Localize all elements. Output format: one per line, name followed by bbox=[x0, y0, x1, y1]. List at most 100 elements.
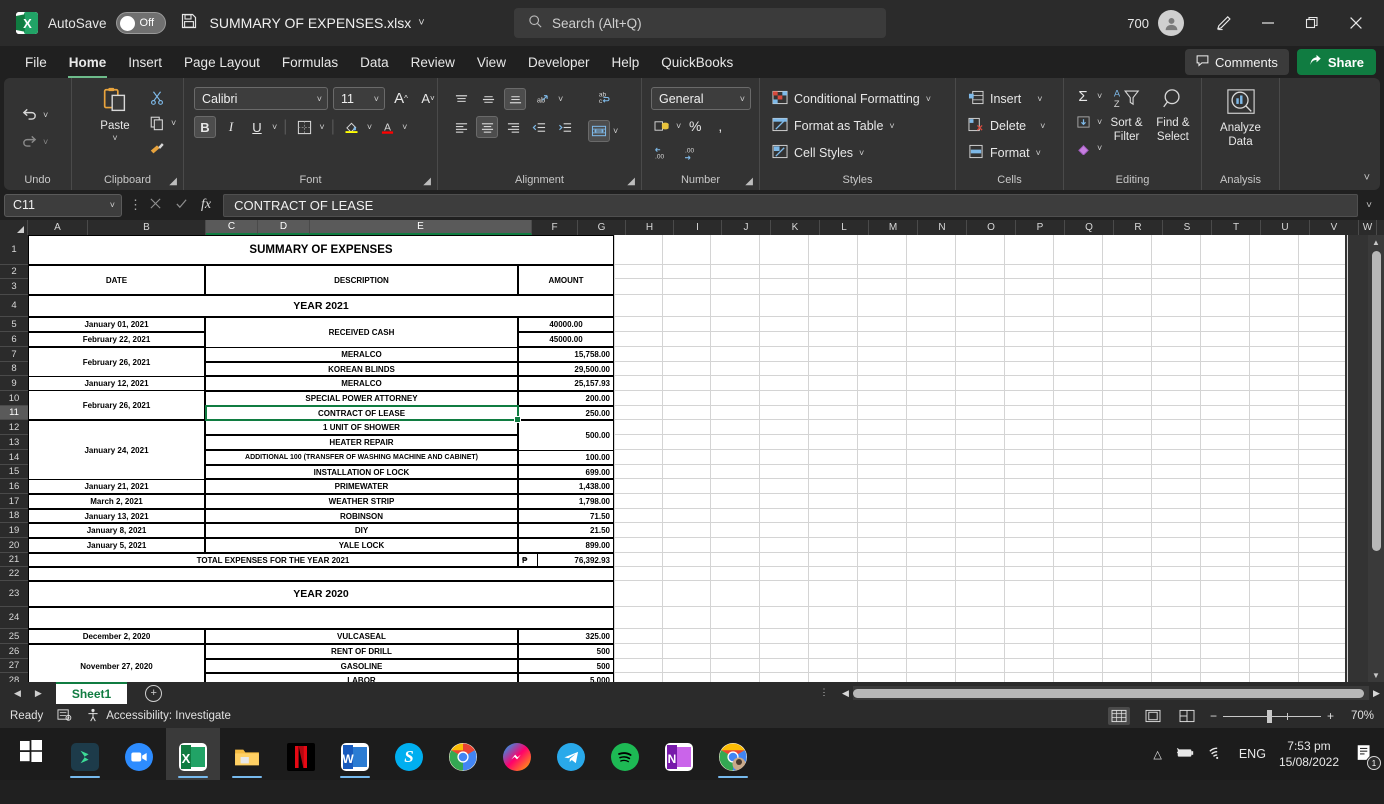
column-header-N[interactable]: N bbox=[918, 220, 967, 235]
tab-review[interactable]: Review bbox=[400, 48, 466, 76]
previous-sheet-arrow-icon[interactable]: ◀ bbox=[14, 688, 21, 699]
borders-chevron-down-icon[interactable]: ˅ bbox=[319, 122, 324, 132]
align-center-icon[interactable] bbox=[476, 116, 498, 138]
cell-description-r14[interactable]: ADDITIONAL 100 (TRANSFER OF WASHING MACH… bbox=[205, 450, 518, 465]
align-right-icon[interactable] bbox=[502, 116, 524, 138]
avatar[interactable] bbox=[1158, 10, 1184, 36]
clear-eraser-icon[interactable] bbox=[1072, 137, 1094, 159]
document-title-chevron-down-icon[interactable]: ˅ bbox=[418, 17, 424, 29]
accounting-format-icon[interactable] bbox=[651, 115, 673, 137]
undo-chevron-down-icon[interactable]: ˅ bbox=[43, 110, 48, 120]
cell-total-currency-2021[interactable]: ₱ bbox=[518, 553, 538, 567]
comments-button[interactable]: Comments bbox=[1185, 49, 1289, 75]
cell-amount-r10[interactable]: 200.00 bbox=[518, 391, 614, 406]
language-indicator[interactable]: ENG bbox=[1239, 747, 1266, 761]
row-header-18[interactable]: 18 bbox=[0, 509, 28, 523]
decrease-font-size-icon[interactable]: A˅ bbox=[417, 88, 439, 110]
cell-styles-button[interactable]: Cell Styles ˅ bbox=[772, 140, 864, 165]
row-header-11[interactable]: 11 bbox=[0, 406, 28, 420]
find-select-button[interactable]: Find & Select bbox=[1151, 87, 1195, 145]
row-header-10[interactable]: 10 bbox=[0, 391, 28, 406]
tab-developer[interactable]: Developer bbox=[517, 48, 601, 76]
cell-amount-r18[interactable]: 71.50 bbox=[518, 509, 614, 523]
row-header-25[interactable]: 25 bbox=[0, 629, 28, 644]
tab-file[interactable]: File bbox=[14, 48, 58, 76]
format-painter-icon[interactable] bbox=[146, 137, 168, 159]
fill-color-chevron-down-icon[interactable]: ˅ bbox=[367, 122, 372, 132]
taskbar-telegram-button[interactable] bbox=[544, 728, 598, 780]
tab-view[interactable]: View bbox=[466, 48, 517, 76]
document-title[interactable]: SUMMARY OF EXPENSES.xlsx bbox=[210, 15, 412, 31]
taskbar-explorer-button[interactable] bbox=[220, 728, 274, 780]
clock[interactable]: 7:53 pm 15/08/2022 bbox=[1279, 738, 1339, 770]
sheet-tab-sheet1[interactable]: Sheet1 bbox=[56, 682, 127, 704]
next-sheet-arrow-icon[interactable]: ▶ bbox=[35, 688, 42, 699]
row-header-3[interactable]: 3 bbox=[0, 279, 28, 295]
row-header-23[interactable]: 23 bbox=[0, 581, 28, 607]
row-header-27[interactable]: 27 bbox=[0, 659, 28, 673]
column-header-V[interactable]: V bbox=[1310, 220, 1359, 235]
collapse-ribbon-chevron-down-icon[interactable]: ˅ bbox=[1364, 172, 1370, 184]
redo-button[interactable]: ˅ bbox=[18, 131, 48, 153]
wifi-icon[interactable] bbox=[1208, 746, 1226, 763]
cell-date-r9[interactable]: January 12, 2021 bbox=[28, 376, 205, 391]
column-header-A[interactable]: A bbox=[28, 220, 88, 235]
cell-total-amount-2021[interactable]: 76,392.93 bbox=[538, 553, 614, 567]
conditional-formatting-button[interactable]: Conditional Formatting ˅ bbox=[772, 86, 931, 111]
column-header-H[interactable]: H bbox=[626, 220, 674, 235]
taskbar-netflix-button[interactable] bbox=[274, 728, 328, 780]
zoom-out-button[interactable]: − bbox=[1210, 709, 1217, 723]
cell-description-r12[interactable]: 1 UNIT OF SHOWER bbox=[205, 420, 518, 435]
row-header-28[interactable]: 28 bbox=[0, 673, 28, 682]
fill-button[interactable]: ˅ bbox=[1072, 111, 1102, 133]
autosave-toggle[interactable]: Off bbox=[116, 12, 166, 34]
cell-amount-r12[interactable]: 500.00 bbox=[518, 420, 614, 450]
tab-quickbooks[interactable]: QuickBooks bbox=[650, 48, 744, 76]
align-left-icon[interactable] bbox=[450, 116, 472, 138]
cell-description-r28[interactable]: LABOR bbox=[205, 673, 518, 682]
clipboard-dialog-launcher[interactable]: ◢ bbox=[169, 176, 177, 187]
taskbar-word-button[interactable]: W bbox=[328, 728, 382, 780]
increase-font-size-icon[interactable]: A^ bbox=[390, 88, 412, 110]
cell-amount-r15[interactable]: 699.00 bbox=[518, 465, 614, 479]
column-header-K[interactable]: K bbox=[771, 220, 820, 235]
taskbar-messenger-button[interactable] bbox=[490, 728, 544, 780]
tab-home[interactable]: Home bbox=[58, 48, 118, 76]
insert-cells-button[interactable]: Insert ˅ bbox=[968, 86, 1043, 111]
vertical-scrollbar[interactable]: ▲ ▼ bbox=[1368, 235, 1384, 682]
cell-amount-r28[interactable]: 5,000 bbox=[518, 673, 614, 682]
column-header-E[interactable]: E bbox=[310, 220, 532, 235]
cell-amount-r5[interactable]: 40000.00 bbox=[518, 317, 614, 332]
column-header-O[interactable]: O bbox=[967, 220, 1016, 235]
column-header-G[interactable]: G bbox=[578, 220, 626, 235]
cell-date-r7[interactable]: February 26, 2021 bbox=[28, 347, 205, 376]
taskbar-chrome-button[interactable] bbox=[436, 728, 490, 780]
increase-decimal-icon[interactable]: .00 bbox=[651, 142, 673, 164]
column-header-B[interactable]: B bbox=[88, 220, 206, 235]
name-box[interactable]: C11 ˅ bbox=[4, 194, 122, 217]
cell-description-r15[interactable]: INSTALLATION OF LOCK bbox=[205, 465, 518, 479]
column-header-F[interactable]: F bbox=[532, 220, 578, 235]
scroll-up-arrow-icon[interactable]: ▲ bbox=[1372, 235, 1380, 249]
row-header-21[interactable]: 21 bbox=[0, 553, 28, 567]
minimize-button[interactable] bbox=[1246, 0, 1290, 46]
scroll-right-arrow-icon[interactable]: ▶ bbox=[1369, 688, 1384, 699]
font-dialog-launcher[interactable]: ◢ bbox=[423, 176, 431, 187]
font-color-chevron-down-icon[interactable]: ˅ bbox=[402, 122, 407, 132]
cell-description-r11[interactable]: CONTRACT OF LEASE bbox=[205, 406, 518, 420]
cell-description-r26[interactable]: RENT OF DRILL bbox=[205, 644, 518, 659]
italic-button[interactable]: I bbox=[220, 116, 242, 138]
column-header-W[interactable]: W bbox=[1359, 220, 1377, 235]
cell-date-r25[interactable]: December 2, 2020 bbox=[28, 629, 205, 644]
cell-amount-r25[interactable]: 325.00 bbox=[518, 629, 614, 644]
alignment-dialog-launcher[interactable]: ◢ bbox=[627, 176, 635, 187]
cell-section-heading-2021[interactable]: YEAR 2021 bbox=[28, 295, 614, 317]
column-header-P[interactable]: P bbox=[1016, 220, 1065, 235]
expand-formula-bar-chevron-down-icon[interactable]: ˅ bbox=[1358, 200, 1378, 211]
cell-description-r18[interactable]: ROBINSON bbox=[205, 509, 518, 523]
accounting-chevron-down-icon[interactable]: ˅ bbox=[676, 121, 681, 131]
scroll-down-arrow-icon[interactable]: ▼ bbox=[1372, 668, 1380, 682]
cell-total-label-2021[interactable]: TOTAL EXPENSES FOR THE YEAR 2021 bbox=[28, 553, 518, 567]
cell-amount-r9[interactable]: 25,157.93 bbox=[518, 376, 614, 391]
font-size-combo[interactable]: 11˅ bbox=[333, 87, 385, 110]
